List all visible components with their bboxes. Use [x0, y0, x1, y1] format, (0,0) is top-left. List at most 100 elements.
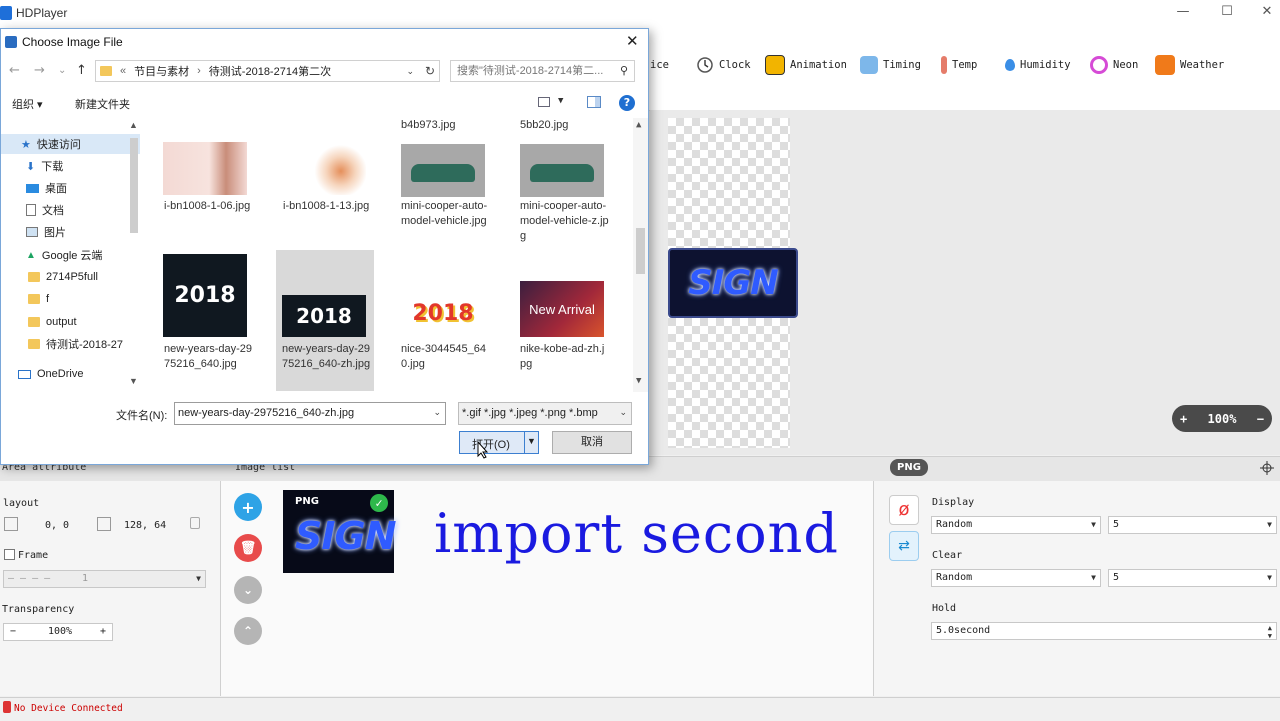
- file-item[interactable]: i-bn1008-1-06.jpg: [164, 199, 254, 214]
- increase-icon[interactable]: +: [100, 624, 106, 640]
- no-effect-icon[interactable]: ø: [889, 495, 919, 525]
- file-name: i-bn1008-1-06.jpg: [164, 200, 251, 212]
- file-item[interactable]: new-years-day-2975216_640.jpg: [164, 342, 254, 372]
- breadcrumb-item[interactable]: 待测试-2018-2714第二次: [209, 63, 331, 79]
- preview-pane-icon[interactable]: [587, 96, 601, 108]
- toolbar-item-temp[interactable]: Temp: [941, 56, 977, 74]
- close-icon[interactable]: ✕: [626, 32, 639, 50]
- shuffle-icon[interactable]: ⇄: [889, 531, 919, 561]
- file-thumbnail-selected[interactable]: 2018: [282, 295, 366, 337]
- toolbar-item-weather[interactable]: Weather: [1155, 55, 1224, 75]
- frame-checkbox[interactable]: [4, 549, 15, 560]
- move-up-button[interactable]: ⌃: [234, 617, 262, 645]
- hold-stepper[interactable]: 5.0second ▲ ▼: [931, 622, 1277, 640]
- nav-item-folder[interactable]: output: [1, 312, 140, 332]
- image-list-item[interactable]: PNG ✓ SIGN: [283, 490, 396, 573]
- scrollbar-thumb[interactable]: [636, 228, 645, 274]
- nav-item-folder[interactable]: 2714P5full: [1, 267, 140, 287]
- toolbar-item-partial[interactable]: ice: [650, 56, 669, 74]
- nav-item-downloads[interactable]: ⬇ 下载: [1, 156, 140, 176]
- scroll-up-icon[interactable]: ▲: [636, 120, 641, 130]
- display-speed-select[interactable]: 5 ▼: [1108, 516, 1277, 534]
- nav-item-desktop[interactable]: 桌面: [1, 178, 140, 198]
- file-item[interactable]: mini-cooper-auto-model-vehicle-z.jpg: [520, 199, 610, 244]
- delete-image-button[interactable]: 🗑: [234, 534, 262, 562]
- minimize-icon[interactable]: —: [1168, 4, 1198, 24]
- move-down-button[interactable]: ⌄: [234, 576, 262, 604]
- file-type-filter[interactable]: *.gif *.jpg *.jpeg *.png *.bmp ⌄: [458, 402, 632, 425]
- breadcrumb-overflow[interactable]: «: [120, 65, 126, 77]
- cancel-button[interactable]: 取消: [552, 431, 632, 454]
- help-icon[interactable]: ?: [619, 95, 635, 111]
- chevron-down-icon[interactable]: ⌄: [406, 66, 414, 77]
- nav-item-quick-access[interactable]: ★ 快速访问: [1, 134, 140, 154]
- toolbar-item-animation[interactable]: Animation: [765, 55, 847, 75]
- view-mode-icon[interactable]: [538, 97, 550, 107]
- file-item[interactable]: nike-kobe-ad-zh.jpg: [520, 342, 610, 372]
- chevron-down-icon[interactable]: ⌄: [619, 407, 627, 418]
- file-item[interactable]: 5bb20.jpg: [520, 118, 620, 133]
- file-item[interactable]: b4b973.jpg: [401, 118, 501, 133]
- nav-item-documents[interactable]: 文档: [1, 200, 140, 220]
- close-app-icon[interactable]: ✕: [1252, 4, 1280, 24]
- size-value[interactable]: 128, 64: [124, 520, 166, 531]
- organize-menu[interactable]: 组织 ▾: [12, 96, 43, 112]
- toolbar-label: Timing: [883, 59, 921, 71]
- file-scrollbar[interactable]: ▲ ▼: [633, 118, 648, 392]
- file-thumbnail[interactable]: 2018: [401, 289, 485, 337]
- recent-dropdown-icon[interactable]: ⌄: [58, 65, 66, 76]
- decrease-icon[interactable]: −: [10, 624, 16, 640]
- toolbar-item-timing[interactable]: Timing: [860, 56, 921, 74]
- open-button[interactable]: 打开(O) ▼: [459, 431, 539, 454]
- crosshair-icon[interactable]: [1260, 461, 1274, 475]
- clear-speed-select[interactable]: 5 ▼: [1108, 569, 1277, 587]
- file-thumbnail[interactable]: [520, 144, 604, 197]
- nav-item-folder[interactable]: f: [1, 289, 140, 309]
- file-thumbnail[interactable]: [163, 142, 247, 195]
- lock-icon[interactable]: [190, 517, 200, 529]
- nav-item-google-drive[interactable]: ▲ Google 云端: [1, 245, 140, 265]
- file-thumbnail[interactable]: New Arrival: [520, 281, 604, 337]
- breadcrumb-item[interactable]: 节目与素材: [134, 63, 189, 79]
- up-arrow-icon[interactable]: ↑: [76, 63, 87, 78]
- chevron-down-icon[interactable]: ▼: [527, 436, 536, 446]
- scroll-down-icon[interactable]: ▼: [636, 376, 641, 386]
- chevron-down-icon: ▼: [1091, 520, 1096, 529]
- file-item[interactable]: mini-cooper-auto-model-vehicle.jpg: [401, 199, 491, 229]
- toolbar-item-humidity[interactable]: Humidity: [1005, 56, 1071, 74]
- nav-item-pictures[interactable]: 图片: [1, 222, 140, 242]
- file-item-selected[interactable]: new-years-day-2975216_640-zh.jpg: [282, 342, 372, 372]
- toolbar-item-neon[interactable]: Neon: [1090, 56, 1138, 74]
- display-mode-select[interactable]: Random ▼: [931, 516, 1101, 534]
- nav-item-onedrive[interactable]: OneDrive: [1, 364, 140, 384]
- nav-scroll-down-icon[interactable]: ▼: [129, 376, 138, 386]
- back-arrow-icon[interactable]: ←: [9, 63, 20, 78]
- clear-mode-select[interactable]: Random ▼: [931, 569, 1101, 587]
- file-item[interactable]: i-bn1008-1-13.jpg: [283, 199, 373, 214]
- chevron-down-icon[interactable]: ⌄: [433, 407, 441, 418]
- nav-scroll-up-icon[interactable]: ▲: [129, 120, 138, 130]
- chevron-down-icon[interactable]: ▼: [558, 96, 563, 106]
- filename-input[interactable]: new-years-day-2975216_640-zh.jpg ⌄: [174, 402, 446, 425]
- frame-select[interactable]: — — — — 1 ▼: [3, 570, 206, 588]
- sign-preview-area[interactable]: SIGN: [668, 248, 798, 318]
- search-input[interactable]: 搜索"待测试-2018-2714第二... ⚲: [450, 60, 635, 82]
- new-folder-button[interactable]: 新建文件夹: [75, 96, 130, 112]
- file-thumbnail[interactable]: 2018: [163, 254, 247, 337]
- nav-scrollbar-thumb[interactable]: [130, 138, 138, 233]
- forward-arrow-icon[interactable]: →: [34, 63, 45, 78]
- refresh-icon[interactable]: ↻: [425, 64, 435, 78]
- zoom-in-icon[interactable]: +: [1180, 412, 1187, 426]
- nav-item-folder[interactable]: 待测试-2018-27: [1, 334, 140, 354]
- add-image-button[interactable]: +: [234, 493, 262, 521]
- file-thumbnail[interactable]: [282, 142, 366, 195]
- file-thumbnail[interactable]: [401, 144, 485, 197]
- maximize-icon[interactable]: ☐: [1212, 4, 1242, 24]
- position-value[interactable]: 0, 0: [45, 520, 69, 531]
- spin-arrows-icon[interactable]: ▲ ▼: [1268, 624, 1272, 640]
- toolbar-item-clock[interactable]: Clock: [696, 56, 751, 74]
- zoom-out-icon[interactable]: −: [1257, 412, 1264, 426]
- file-item[interactable]: nice-3044545_640.jpg: [401, 342, 491, 372]
- transparency-stepper[interactable]: − 100% +: [3, 623, 113, 641]
- address-bar[interactable]: « 节目与素材 › 待测试-2018-2714第二次 ⌄ ↻: [95, 60, 440, 82]
